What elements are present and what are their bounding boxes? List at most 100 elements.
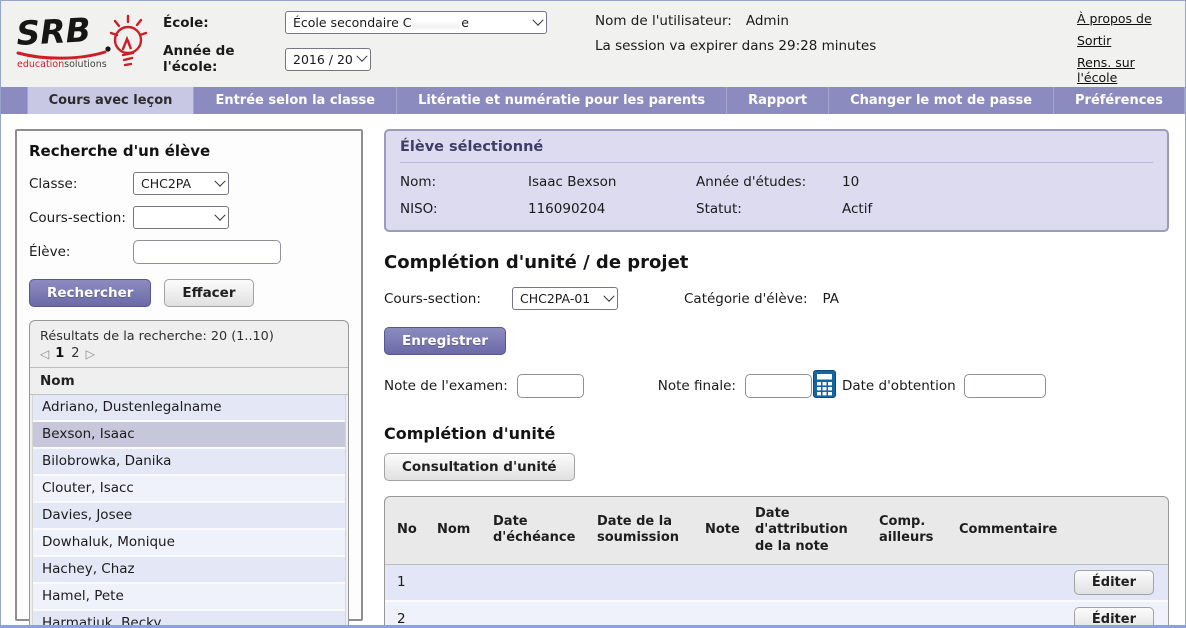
student-list-item[interactable]: Bexson, Isaac <box>33 422 345 449</box>
nav-spacer <box>1 87 28 114</box>
date-obtention-label: Date d'obtention <box>842 378 956 394</box>
school-year-select[interactable]: 2016 / 2017 <box>285 48 371 71</box>
unit-completion-title: Complétion d'unité <box>384 424 1169 443</box>
eleve-label: Élève: <box>29 244 133 260</box>
student-list-item[interactable]: Hachey, Chaz <box>33 557 345 584</box>
student-list-item[interactable]: Adriano, Dustenlegalname <box>33 395 345 422</box>
srb-logo-icon: SRB educationsolutions <box>15 9 157 77</box>
student-list-item[interactable]: Bilobrowka, Danika <box>33 449 345 476</box>
chevron-down-icon <box>532 14 543 25</box>
app-window: SRB educationsolutions École: École seco… <box>0 0 1186 628</box>
school-label: École: <box>163 15 285 31</box>
header-user-info: Nom de l'utilisateur: Admin La session va… <box>583 9 1077 81</box>
search-panel-title: Recherche d'un élève <box>29 142 349 160</box>
nav-tabs: Cours avec leçonEntrée selon la classeLi… <box>28 87 1185 114</box>
header-school-form: École: École secondaire C..........e Ann… <box>163 9 583 81</box>
column-header-date-d-attribution-de-la-note: Date d'attribution de la note <box>755 506 879 555</box>
session-expiry-text: La session va expirer dans 29:28 minutes <box>595 38 1077 54</box>
tab-literatie-et-numeratie-pour-les-parents[interactable]: Litératie et numératie pour les parents <box>397 87 727 114</box>
student-list-item[interactable]: Davies, Josee <box>33 503 345 530</box>
tab-entree-selon-la-classe[interactable]: Entrée selon la classe <box>194 87 397 114</box>
tab-cours-avec-lecon[interactable]: Cours avec leçon <box>28 87 195 114</box>
annee-etudes-value: 10 <box>842 174 1153 190</box>
edit-button[interactable]: Éditer <box>1074 607 1154 628</box>
school-year-label: Année de l'école: <box>163 43 285 75</box>
unit-table: NoNomDate d'échéanceDate de la soumissio… <box>384 496 1169 628</box>
chevron-down-icon <box>214 175 225 186</box>
column-header-date-d-echeance: Date d'échéance <box>493 514 597 547</box>
unit-table-header: NoNomDate d'échéanceDate de la soumissio… <box>385 497 1168 565</box>
search-results-box: Résultats de la recherche: 20 (1..10) ◁ … <box>29 320 349 628</box>
student-list-item[interactable]: Dowhaluk, Monique <box>33 530 345 557</box>
link-a-propos-de[interactable]: À propos de <box>1077 11 1173 26</box>
edit-button[interactable]: Éditer <box>1074 570 1154 595</box>
selected-student-box: Élève sélectionné Nom: Isaac Bexson Anné… <box>384 129 1169 232</box>
nom-label: Nom: <box>400 174 528 190</box>
tab-rapport[interactable]: Rapport <box>727 87 829 114</box>
school-select[interactable]: École secondaire C..........e <box>285 11 547 34</box>
pager-page-2[interactable]: 2 <box>71 346 79 361</box>
student-search-panel: Recherche d'un élève Classe: CHC2PA Cour… <box>15 129 363 621</box>
statut-label: Statut: <box>696 201 842 217</box>
tab-preferences[interactable]: Préférences <box>1054 87 1185 114</box>
main-nav: Cours avec leçonEntrée selon la classeLi… <box>1 87 1185 114</box>
clear-button[interactable]: Effacer <box>164 279 253 307</box>
user-name-value: Admin <box>746 13 789 29</box>
statut-value: Actif <box>842 201 1153 217</box>
annee-etudes-label: Année d'études: <box>696 174 842 190</box>
classe-select[interactable]: CHC2PA <box>133 172 229 195</box>
column-header-nom: Nom <box>437 522 493 538</box>
completion-title: Complétion d'unité / de projet <box>384 252 1169 273</box>
student-list-item[interactable]: Clouter, Isacc <box>33 476 345 503</box>
note-finale-input[interactable] <box>745 374 812 398</box>
row-number: 1 <box>397 574 437 590</box>
search-button[interactable]: Rechercher <box>29 279 151 307</box>
nom-value: Isaac Bexson <box>528 174 696 190</box>
chevron-down-icon <box>356 51 367 62</box>
categorie-eleve-value: PA <box>823 291 840 307</box>
pager-next-icon[interactable]: ▷ <box>86 347 95 361</box>
calendar-calculator-icon[interactable] <box>813 370 836 398</box>
row-number: 2 <box>397 611 437 627</box>
srb-logo: SRB educationsolutions <box>15 9 163 81</box>
consult-unit-button[interactable]: Consultation d'unité <box>384 453 575 481</box>
column-header-note: Note <box>705 522 755 538</box>
pager-page-1[interactable]: 1 <box>55 346 64 361</box>
niso-label: NISO: <box>400 201 528 217</box>
user-name-label: Nom de l'utilisateur: <box>595 13 732 29</box>
unit-table-body: 1Éditer2Éditer3Éditer <box>385 565 1168 628</box>
results-name-list: Adriano, DustenlegalnameBexson, IsaacBil… <box>32 395 346 628</box>
date-obtention-input[interactable] <box>964 374 1046 398</box>
pager-prev-icon[interactable]: ◁ <box>40 347 49 361</box>
cours-section-select[interactable] <box>133 206 229 229</box>
note-finale-label: Note finale: <box>658 378 736 394</box>
results-pager: ◁ 12 ▷ <box>30 345 348 367</box>
save-button[interactable]: Enregistrer <box>384 327 506 355</box>
link-sortir[interactable]: Sortir <box>1077 33 1173 48</box>
results-summary: Résultats de la recherche: 20 (1..10) <box>30 321 348 345</box>
student-list-item[interactable]: Harmatiuk, Becky <box>33 611 345 628</box>
link-rens-sur-l-ecole[interactable]: Rens. sur l'école <box>1077 55 1173 85</box>
note-examen-label: Note de l'examen: <box>384 378 508 394</box>
chevron-down-icon <box>603 290 614 301</box>
student-list-item[interactable]: Hamel, Pete <box>33 584 345 611</box>
selected-student-title: Élève sélectionné <box>400 139 1153 163</box>
categorie-eleve-label: Catégorie d'élève: <box>684 291 808 307</box>
content-area: Recherche d'un élève Classe: CHC2PA Cour… <box>1 114 1185 628</box>
column-header-no: No <box>397 522 437 538</box>
eleve-input[interactable] <box>133 240 281 264</box>
cours-section-label: Cours-section: <box>29 210 133 226</box>
svg-text:SRB: SRB <box>15 10 91 53</box>
tab-changer-le-mot-de-passe[interactable]: Changer le mot de passe <box>829 87 1054 114</box>
unit-table-row: 1 Éditer <box>385 565 1168 602</box>
main-section: Élève sélectionné Nom: Isaac Bexson Anné… <box>384 129 1169 628</box>
note-examen-input[interactable] <box>517 374 584 398</box>
completion-cours-section-select[interactable]: CHC2PA-01 <box>512 287 618 310</box>
header-links: À propos deSortirRens. sur l'école <box>1077 9 1173 81</box>
column-header-commentaire: Commentaire <box>959 522 1067 538</box>
chevron-down-icon <box>214 209 225 220</box>
column-header-date-de-la-soumission: Date de la soumission <box>597 514 705 547</box>
svg-text:educationsolutions: educationsolutions <box>17 59 107 70</box>
niso-value: 116090204 <box>528 201 696 217</box>
classe-label: Classe: <box>29 176 133 192</box>
